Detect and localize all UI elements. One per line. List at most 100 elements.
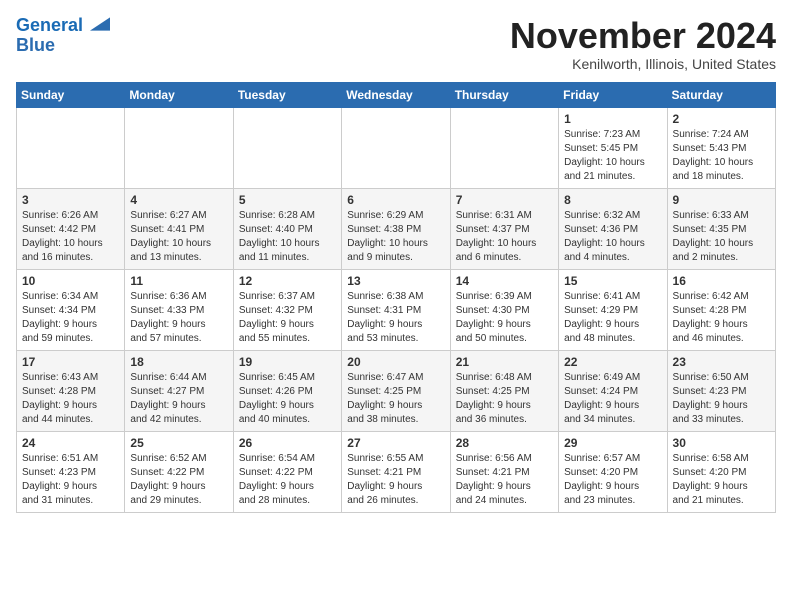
day-number: 2 [673, 112, 770, 126]
day-cell: 12 Sunrise: 6:37 AM Sunset: 4:32 PM Dayli… [233, 269, 341, 350]
day-cell: 8 Sunrise: 6:32 AM Sunset: 4:36 PM Daylig… [559, 188, 667, 269]
day-info: Sunrise: 7:23 AM Sunset: 5:45 PM Dayligh… [564, 128, 661, 184]
day-info: Sunrise: 6:49 AM Sunset: 4:24 PM Dayligh… [564, 371, 661, 427]
col-saturday: Saturday [667, 82, 775, 107]
day-cell: 18 Sunrise: 6:44 AM Sunset: 4:27 PM Dayli… [125, 350, 233, 431]
week-row-1: 1 Sunrise: 7:23 AM Sunset: 5:45 PM Daylig… [17, 107, 776, 188]
day-info: Sunrise: 6:38 AM Sunset: 4:31 PM Dayligh… [347, 290, 444, 346]
day-number: 15 [564, 274, 661, 288]
day-number: 3 [22, 193, 119, 207]
day-number: 6 [347, 193, 444, 207]
day-number: 20 [347, 355, 444, 369]
day-info: Sunrise: 6:39 AM Sunset: 4:30 PM Dayligh… [456, 290, 553, 346]
title-area: November 2024 Kenilworth, Illinois, Unit… [510, 16, 776, 72]
day-number: 18 [130, 355, 227, 369]
day-number: 1 [564, 112, 661, 126]
day-info: Sunrise: 6:33 AM Sunset: 4:35 PM Dayligh… [673, 209, 770, 265]
day-number: 30 [673, 436, 770, 450]
col-thursday: Thursday [450, 82, 558, 107]
day-cell: 13Sunrise: 6:38 AM Sunset: 4:31 PM Dayli… [342, 269, 450, 350]
week-row-4: 17Sunrise: 6:43 AM Sunset: 4:28 PM Dayli… [17, 350, 776, 431]
day-info: Sunrise: 6:44 AM Sunset: 4:27 PM Dayligh… [130, 371, 227, 427]
col-wednesday: Wednesday [342, 82, 450, 107]
day-cell: 25 Sunrise: 6:52 AM Sunset: 4:22 PM Dayli… [125, 431, 233, 512]
day-info: Sunrise: 6:45 AM Sunset: 4:26 PM Dayligh… [239, 371, 336, 427]
day-cell: 24Sunrise: 6:51 AM Sunset: 4:23 PM Dayli… [17, 431, 125, 512]
day-cell: 1 Sunrise: 7:23 AM Sunset: 5:45 PM Daylig… [559, 107, 667, 188]
day-number: 21 [456, 355, 553, 369]
day-cell: 23Sunrise: 6:50 AM Sunset: 4:23 PM Dayli… [667, 350, 775, 431]
col-monday: Monday [125, 82, 233, 107]
day-number: 24 [22, 436, 119, 450]
logo: General Blue [16, 16, 110, 56]
day-number: 11 [130, 274, 227, 288]
day-cell: 4Sunrise: 6:27 AM Sunset: 4:41 PM Daylig… [125, 188, 233, 269]
day-cell: 6 Sunrise: 6:29 AM Sunset: 4:38 PM Daylig… [342, 188, 450, 269]
day-number: 10 [22, 274, 119, 288]
day-cell: 30Sunrise: 6:58 AM Sunset: 4:20 PM Dayli… [667, 431, 775, 512]
day-number: 25 [130, 436, 227, 450]
day-info: Sunrise: 6:41 AM Sunset: 4:29 PM Dayligh… [564, 290, 661, 346]
day-cell: 14 Sunrise: 6:39 AM Sunset: 4:30 PM Dayli… [450, 269, 558, 350]
day-info: Sunrise: 6:52 AM Sunset: 4:22 PM Dayligh… [130, 452, 227, 508]
day-number: 29 [564, 436, 661, 450]
day-info: Sunrise: 6:27 AM Sunset: 4:41 PM Dayligh… [130, 209, 227, 265]
logo-blue-text: Blue [16, 36, 55, 56]
day-info: Sunrise: 6:48 AM Sunset: 4:25 PM Dayligh… [456, 371, 553, 427]
day-number: 16 [673, 274, 770, 288]
week-row-5: 24Sunrise: 6:51 AM Sunset: 4:23 PM Dayli… [17, 431, 776, 512]
day-cell: 16 Sunrise: 6:42 AM Sunset: 4:28 PM Dayli… [667, 269, 775, 350]
day-info: Sunrise: 6:50 AM Sunset: 4:23 PM Dayligh… [673, 371, 770, 427]
col-sunday: Sunday [17, 82, 125, 107]
day-number: 14 [456, 274, 553, 288]
day-number: 26 [239, 436, 336, 450]
logo-general: General [16, 16, 110, 36]
day-info: Sunrise: 6:56 AM Sunset: 4:21 PM Dayligh… [456, 452, 553, 508]
day-info: Sunrise: 6:32 AM Sunset: 4:36 PM Dayligh… [564, 209, 661, 265]
day-cell: 9 Sunrise: 6:33 AM Sunset: 4:35 PM Daylig… [667, 188, 775, 269]
day-cell: 29 Sunrise: 6:57 AM Sunset: 4:20 PM Dayli… [559, 431, 667, 512]
day-cell: 28 Sunrise: 6:56 AM Sunset: 4:21 PM Dayli… [450, 431, 558, 512]
day-info: Sunrise: 6:57 AM Sunset: 4:20 PM Dayligh… [564, 452, 661, 508]
day-info: Sunrise: 6:31 AM Sunset: 4:37 PM Dayligh… [456, 209, 553, 265]
col-tuesday: Tuesday [233, 82, 341, 107]
day-cell [233, 107, 341, 188]
logo-icon [90, 17, 110, 31]
page-header: General Blue November 2024 Kenilworth, I… [16, 16, 776, 72]
day-info: Sunrise: 6:29 AM Sunset: 4:38 PM Dayligh… [347, 209, 444, 265]
location: Kenilworth, Illinois, United States [510, 56, 776, 72]
col-friday: Friday [559, 82, 667, 107]
day-cell: 15 Sunrise: 6:41 AM Sunset: 4:29 PM Dayli… [559, 269, 667, 350]
day-number: 28 [456, 436, 553, 450]
week-row-3: 10 Sunrise: 6:34 AM Sunset: 4:34 PM Dayli… [17, 269, 776, 350]
day-cell [342, 107, 450, 188]
day-info: Sunrise: 6:42 AM Sunset: 4:28 PM Dayligh… [673, 290, 770, 346]
day-cell [450, 107, 558, 188]
day-info: Sunrise: 6:36 AM Sunset: 4:33 PM Dayligh… [130, 290, 227, 346]
day-cell: 27Sunrise: 6:55 AM Sunset: 4:21 PM Dayli… [342, 431, 450, 512]
day-cell: 20 Sunrise: 6:47 AM Sunset: 4:25 PM Dayli… [342, 350, 450, 431]
day-cell: 17Sunrise: 6:43 AM Sunset: 4:28 PM Dayli… [17, 350, 125, 431]
day-cell [125, 107, 233, 188]
day-info: Sunrise: 6:37 AM Sunset: 4:32 PM Dayligh… [239, 290, 336, 346]
day-cell: 3 Sunrise: 6:26 AM Sunset: 4:42 PM Daylig… [17, 188, 125, 269]
day-number: 22 [564, 355, 661, 369]
day-cell: 2 Sunrise: 7:24 AM Sunset: 5:43 PM Daylig… [667, 107, 775, 188]
calendar-table: Sunday Monday Tuesday Wednesday Thursday… [16, 82, 776, 513]
day-number: 9 [673, 193, 770, 207]
day-info: Sunrise: 6:54 AM Sunset: 4:22 PM Dayligh… [239, 452, 336, 508]
week-row-2: 3 Sunrise: 6:26 AM Sunset: 4:42 PM Daylig… [17, 188, 776, 269]
day-number: 8 [564, 193, 661, 207]
month-title: November 2024 [510, 16, 776, 56]
calendar-body: 1 Sunrise: 7:23 AM Sunset: 5:45 PM Daylig… [17, 107, 776, 512]
day-info: Sunrise: 6:43 AM Sunset: 4:28 PM Dayligh… [22, 371, 119, 427]
day-info: Sunrise: 6:26 AM Sunset: 4:42 PM Dayligh… [22, 209, 119, 265]
day-info: Sunrise: 6:34 AM Sunset: 4:34 PM Dayligh… [22, 290, 119, 346]
day-number: 7 [456, 193, 553, 207]
day-cell: 7 Sunrise: 6:31 AM Sunset: 4:37 PM Daylig… [450, 188, 558, 269]
day-info: Sunrise: 6:47 AM Sunset: 4:25 PM Dayligh… [347, 371, 444, 427]
day-info: Sunrise: 7:24 AM Sunset: 5:43 PM Dayligh… [673, 128, 770, 184]
day-cell: 21 Sunrise: 6:48 AM Sunset: 4:25 PM Dayli… [450, 350, 558, 431]
day-number: 12 [239, 274, 336, 288]
day-cell: 26 Sunrise: 6:54 AM Sunset: 4:22 PM Dayli… [233, 431, 341, 512]
